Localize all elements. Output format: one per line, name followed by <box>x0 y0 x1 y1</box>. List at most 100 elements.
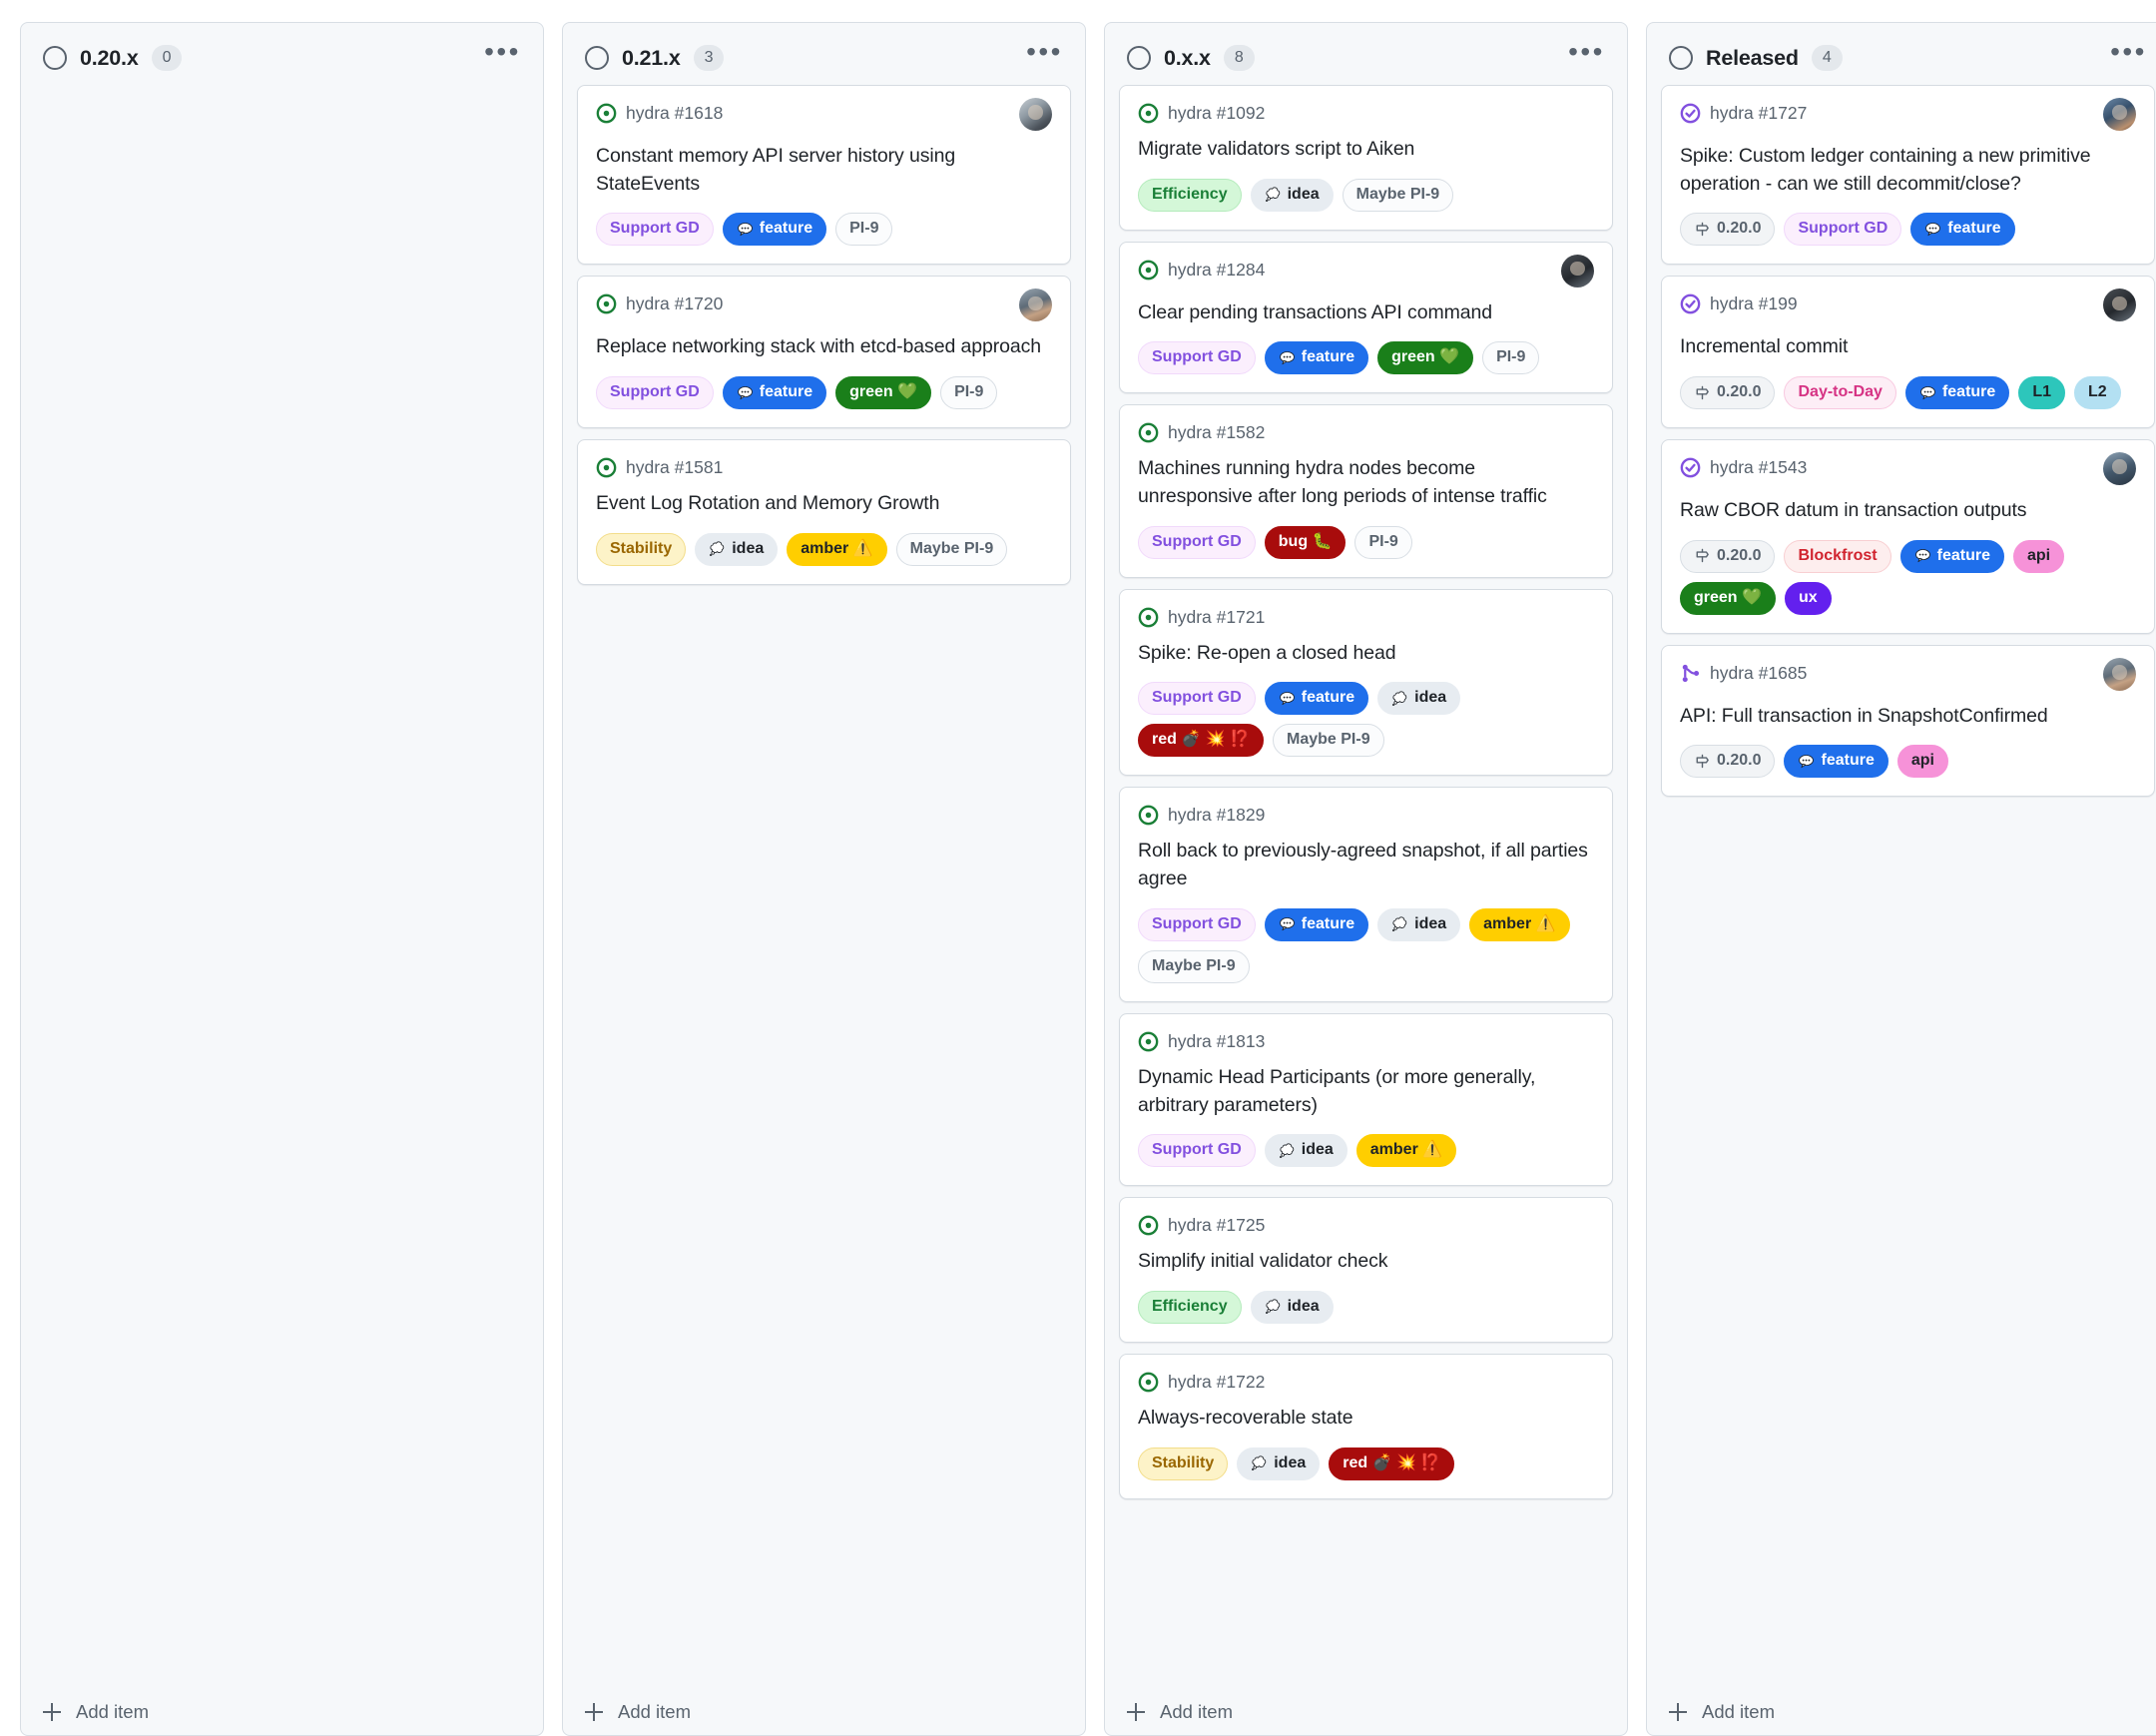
label-badge[interactable]: feature <box>1264 682 1369 716</box>
card-title[interactable]: Incremental commit <box>1680 333 2136 361</box>
card-title[interactable]: API: Full transaction in SnapshotConfirm… <box>1680 703 2136 731</box>
card-title[interactable]: Always-recoverable state <box>1138 1405 1594 1433</box>
card-title[interactable]: Replace networking stack with etcd-based… <box>596 333 1052 361</box>
label-badge[interactable]: red 💣 💥 ⁉️ <box>1329 1447 1455 1480</box>
add-item-button[interactable]: Add item <box>1105 1685 1627 1735</box>
column-menu-button[interactable]: ••• <box>484 38 521 69</box>
label-badge[interactable]: idea <box>1377 907 1461 941</box>
label-badge[interactable]: feature <box>722 376 827 410</box>
milestone-badge[interactable]: 0.20.0 <box>1680 213 1776 247</box>
card-issue-ref[interactable]: hydra #1618 <box>626 103 723 124</box>
label-badge[interactable]: red 💣 💥 ⁉️ <box>1138 724 1264 758</box>
label-badge[interactable]: Efficiency <box>1138 1290 1242 1324</box>
card-title[interactable]: Roll back to previously-agreed snapshot,… <box>1138 838 1594 892</box>
avatar[interactable] <box>1561 254 1594 288</box>
milestone-badge[interactable]: 0.20.0 <box>1680 376 1776 410</box>
label-badge[interactable]: idea <box>1237 1447 1321 1480</box>
board-card[interactable]: hydra #1727 Spike: Custom ledger containi… <box>1661 85 2155 266</box>
add-item-button[interactable]: Add item <box>1647 1685 2156 1735</box>
label-badge[interactable]: feature <box>1784 745 1888 779</box>
board-card[interactable]: hydra #1543 Raw CBOR datum in transaction… <box>1661 439 2155 634</box>
label-badge[interactable]: bug 🐛 <box>1264 525 1347 559</box>
label-badge[interactable]: L1 <box>2018 376 2065 410</box>
card-issue-ref[interactable]: hydra #199 <box>1710 293 1798 314</box>
milestone-badge[interactable]: 0.20.0 <box>1680 539 1776 573</box>
label-badge[interactable]: amber ⚠️ <box>787 532 887 566</box>
label-badge[interactable]: Day-to-Day <box>1784 376 1896 410</box>
label-badge[interactable]: api <box>1896 745 1948 779</box>
card-issue-ref[interactable]: hydra #1582 <box>1168 422 1265 443</box>
label-badge[interactable]: feature <box>722 213 827 247</box>
add-item-button[interactable]: Add item <box>21 1685 543 1735</box>
label-badge[interactable]: Support GD <box>1138 907 1256 941</box>
column-menu-button[interactable]: ••• <box>1568 38 1605 69</box>
avatar[interactable] <box>1019 98 1052 131</box>
label-badge[interactable]: Stability <box>596 532 687 566</box>
board-card[interactable]: hydra #1725 Simplify initial validator ch… <box>1119 1197 1613 1343</box>
label-badge[interactable]: Support GD <box>596 213 714 247</box>
label-badge[interactable]: green 💚 <box>1680 581 1776 615</box>
label-badge[interactable]: Maybe PI-9 <box>1342 178 1454 212</box>
label-badge[interactable]: green 💚 <box>1377 341 1474 375</box>
label-badge[interactable]: idea <box>1377 682 1461 716</box>
label-badge[interactable]: PI-9 <box>1354 525 1412 559</box>
label-badge[interactable]: Blockfrost <box>1784 539 1891 573</box>
board-card[interactable]: hydra #1720 Replace networking stack with… <box>577 276 1071 429</box>
avatar[interactable] <box>2103 289 2136 322</box>
label-badge[interactable]: feature <box>1904 376 2010 410</box>
card-issue-ref[interactable]: hydra #1725 <box>1168 1215 1265 1236</box>
board-card[interactable]: hydra #1685 API: Full transaction in Snap… <box>1661 644 2155 798</box>
label-badge[interactable]: amber ⚠️ <box>1469 907 1570 941</box>
card-issue-ref[interactable]: hydra #1813 <box>1168 1031 1265 1052</box>
label-badge[interactable]: L2 <box>2073 376 2121 410</box>
label-badge[interactable]: ux <box>1784 581 1832 615</box>
card-issue-ref[interactable]: hydra #1727 <box>1710 103 1807 124</box>
label-badge[interactable]: amber ⚠️ <box>1355 1134 1457 1168</box>
board-card[interactable]: hydra #199 Incremental commit 0.20.0 Day-to… <box>1661 276 2155 429</box>
card-title[interactable]: Event Log Rotation and Memory Growth <box>596 490 1052 518</box>
card-issue-ref[interactable]: hydra #1284 <box>1168 260 1265 281</box>
label-badge[interactable]: idea <box>1264 1134 1348 1168</box>
column-menu-button[interactable]: ••• <box>1026 38 1063 69</box>
avatar[interactable] <box>2103 98 2136 131</box>
board-card[interactable]: hydra #1722 Always-recoverable state Stabi… <box>1119 1353 1613 1499</box>
label-badge[interactable]: idea <box>695 532 779 566</box>
label-badge[interactable]: feature <box>1264 341 1369 375</box>
label-badge[interactable]: Support GD <box>1138 525 1256 559</box>
board-card[interactable]: hydra #1813 Dynamic Head Participants (or… <box>1119 1012 1613 1187</box>
column-menu-button[interactable]: ••• <box>2110 38 2147 69</box>
board-card[interactable]: hydra #1581 Event Log Rotation and Memory… <box>577 439 1071 585</box>
card-issue-ref[interactable]: hydra #1721 <box>1168 607 1265 628</box>
card-issue-ref[interactable]: hydra #1829 <box>1168 805 1265 826</box>
card-title[interactable]: Migrate validators script to Aiken <box>1138 136 1594 164</box>
label-badge[interactable]: Maybe PI-9 <box>1138 949 1250 983</box>
card-issue-ref[interactable]: hydra #1092 <box>1168 103 1265 124</box>
label-badge[interactable]: Support GD <box>1138 682 1256 716</box>
board-card[interactable]: hydra #1284 Clear pending transactions AP… <box>1119 241 1613 394</box>
label-badge[interactable]: Support GD <box>1138 1134 1256 1168</box>
board-card[interactable]: hydra #1721 Spike: Re-open a closed head S… <box>1119 588 1613 777</box>
label-badge[interactable]: Maybe PI-9 <box>1273 724 1384 758</box>
board-card[interactable]: hydra #1582 Machines running hydra nodes … <box>1119 404 1613 578</box>
card-title[interactable]: Dynamic Head Participants (or more gener… <box>1138 1064 1594 1119</box>
label-badge[interactable]: feature <box>1910 213 2015 247</box>
label-badge[interactable]: PI-9 <box>940 376 998 410</box>
add-item-button[interactable]: Add item <box>563 1685 1085 1735</box>
card-issue-ref[interactable]: hydra #1685 <box>1710 663 1807 684</box>
card-title[interactable]: Raw CBOR datum in transaction outputs <box>1680 497 2136 525</box>
label-badge[interactable]: Support GD <box>1138 341 1256 375</box>
card-issue-ref[interactable]: hydra #1581 <box>626 457 723 478</box>
label-badge[interactable]: Support GD <box>1784 213 1902 247</box>
label-badge[interactable]: Maybe PI-9 <box>895 532 1008 566</box>
label-badge[interactable]: feature <box>1899 539 2004 573</box>
board-card[interactable]: hydra #1618 Constant memory API server hi… <box>577 85 1071 266</box>
card-title[interactable]: Spike: Custom ledger containing a new pr… <box>1680 143 2136 198</box>
card-issue-ref[interactable]: hydra #1543 <box>1710 457 1807 478</box>
label-badge[interactable]: PI-9 <box>835 213 893 247</box>
label-badge[interactable]: Stability <box>1138 1447 1229 1480</box>
card-title[interactable]: Machines running hydra nodes become unre… <box>1138 455 1594 510</box>
label-badge[interactable]: idea <box>1250 178 1334 212</box>
card-issue-ref[interactable]: hydra #1722 <box>1168 1372 1265 1393</box>
label-badge[interactable]: green 💚 <box>835 376 932 410</box>
card-title[interactable]: Constant memory API server history using… <box>596 143 1052 198</box>
